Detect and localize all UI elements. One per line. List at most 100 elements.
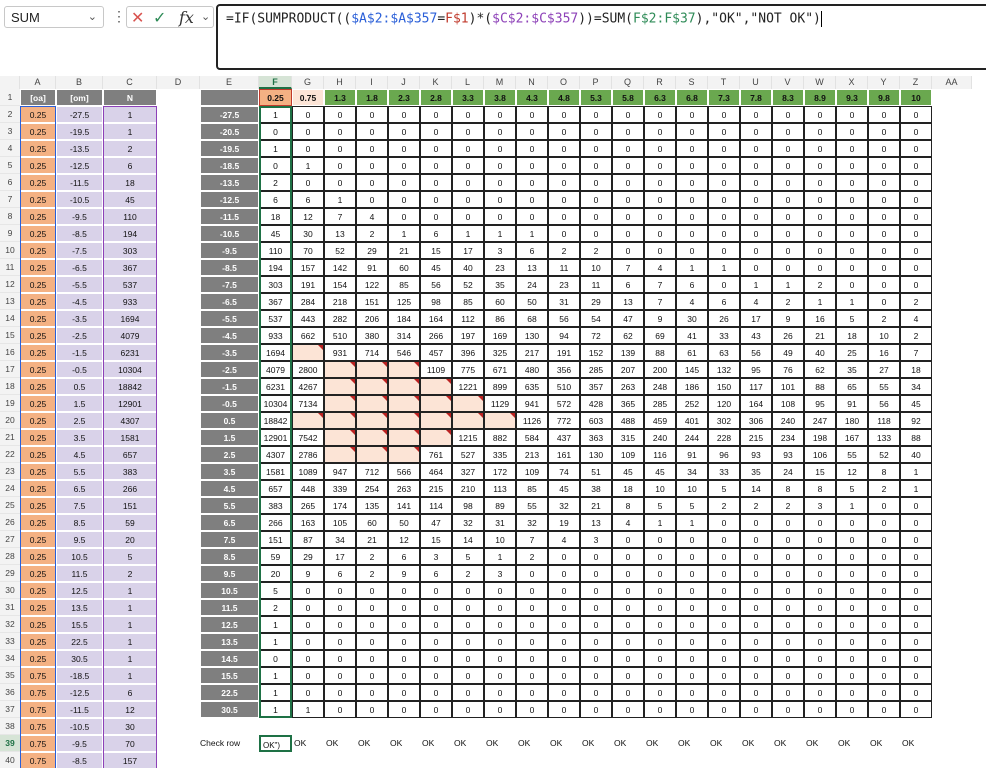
matrix-cell[interactable]: 0 xyxy=(388,667,420,684)
row-header[interactable]: 40 xyxy=(0,752,20,768)
row-header[interactable]: 35 xyxy=(0,667,20,684)
matrix-cell[interactable]: 0 xyxy=(836,684,868,701)
matrix-cell[interactable]: 0 xyxy=(804,106,836,123)
matrix-cell[interactable]: 0 xyxy=(452,174,484,191)
active-cell[interactable]: OK") xyxy=(259,735,292,752)
row-label[interactable]: 5.5 xyxy=(200,497,259,514)
matrix-cell[interactable]: 0 xyxy=(740,650,772,667)
matrix-cell[interactable]: 139 xyxy=(612,344,644,361)
matrix-cell[interactable]: 0 xyxy=(676,565,708,582)
matrix-cell[interactable]: 0 xyxy=(676,157,708,174)
matrix-cell[interactable]: 197 xyxy=(452,327,484,344)
cell-c[interactable]: 59 xyxy=(103,514,157,531)
column-header-u[interactable]: U xyxy=(740,76,772,89)
cell-empty[interactable] xyxy=(420,395,452,412)
matrix-cell[interactable]: 0 xyxy=(772,225,804,242)
matrix-cell[interactable]: 0 xyxy=(772,684,804,701)
row-label[interactable]: -3.5 xyxy=(200,344,259,361)
fx-icon[interactable]: fx xyxy=(179,8,194,27)
cell-empty[interactable] xyxy=(484,412,516,429)
matrix-cell[interactable]: 0 xyxy=(452,684,484,701)
matrix-cell[interactable]: 0 xyxy=(324,667,356,684)
matrix-cell[interactable]: 0 xyxy=(772,174,804,191)
row-header[interactable]: 1 xyxy=(0,89,20,106)
matrix-cell[interactable]: 4 xyxy=(676,293,708,310)
column-header-o[interactable]: O xyxy=(548,76,580,89)
matrix-cell[interactable]: 154 xyxy=(324,276,356,293)
matrix-cell[interactable]: 0 xyxy=(484,208,516,225)
cell-c[interactable]: 194 xyxy=(103,225,157,242)
matrix-cell[interactable]: 5 xyxy=(259,582,292,599)
cell-a[interactable]: 0.25 xyxy=(20,191,56,208)
matrix-cell[interactable]: 47 xyxy=(612,310,644,327)
matrix-cell[interactable]: 0 xyxy=(836,650,868,667)
matrix-cell[interactable]: 0 xyxy=(292,633,324,650)
matrix-cell[interactable]: 4 xyxy=(356,208,388,225)
matrix-cell[interactable]: 0 xyxy=(516,667,548,684)
cell-b[interactable]: -19.5 xyxy=(56,123,103,140)
matrix-cell[interactable]: 16 xyxy=(868,344,900,361)
matrix-cell[interactable]: 265 xyxy=(292,497,324,514)
matrix-cell[interactable]: 357 xyxy=(580,378,612,395)
matrix-cell[interactable]: 0 xyxy=(324,633,356,650)
cell-b[interactable]: 10.5 xyxy=(56,548,103,565)
matrix-cell[interactable]: 18 xyxy=(900,361,932,378)
cell-c[interactable]: 45 xyxy=(103,191,157,208)
matrix-cell[interactable]: 0 xyxy=(548,191,580,208)
row-header[interactable]: 18 xyxy=(0,378,20,395)
matrix-cell[interactable]: 0 xyxy=(580,650,612,667)
matrix-cell[interactable]: 91 xyxy=(836,395,868,412)
cell-c[interactable]: 6 xyxy=(103,157,157,174)
matrix-cell[interactable]: 0 xyxy=(388,650,420,667)
threshold-header[interactable]: 2.8 xyxy=(420,89,452,106)
matrix-cell[interactable]: 25 xyxy=(836,344,868,361)
matrix-cell[interactable]: 0 xyxy=(388,174,420,191)
matrix-cell[interactable]: 0 xyxy=(740,616,772,633)
matrix-cell[interactable]: 0 xyxy=(452,667,484,684)
matrix-cell[interactable]: 0 xyxy=(740,514,772,531)
matrix-cell[interactable]: 0 xyxy=(420,106,452,123)
column-header-w[interactable]: W xyxy=(804,76,836,89)
matrix-cell[interactable]: 96 xyxy=(708,446,740,463)
matrix-cell[interactable]: 145 xyxy=(676,361,708,378)
matrix-cell[interactable]: 0 xyxy=(900,157,932,174)
matrix-cell[interactable]: 0 xyxy=(836,701,868,718)
matrix-cell[interactable]: 0 xyxy=(740,684,772,701)
cell-empty[interactable] xyxy=(292,412,324,429)
matrix-cell[interactable]: 10 xyxy=(868,327,900,344)
matrix-cell[interactable]: 26 xyxy=(772,327,804,344)
matrix-cell[interactable]: 2 xyxy=(900,327,932,344)
matrix-cell[interactable]: 0 xyxy=(772,531,804,548)
matrix-cell[interactable]: 41 xyxy=(676,327,708,344)
threshold-header[interactable]: 5.3 xyxy=(580,89,612,106)
cell-a[interactable]: 0.25 xyxy=(20,225,56,242)
matrix-cell[interactable]: 0 xyxy=(452,599,484,616)
matrix-cell[interactable]: 0 xyxy=(676,140,708,157)
matrix-cell[interactable]: 152 xyxy=(580,344,612,361)
matrix-cell[interactable]: 0 xyxy=(644,174,676,191)
matrix-cell[interactable]: 6 xyxy=(612,276,644,293)
cell-empty[interactable] xyxy=(356,395,388,412)
matrix-cell[interactable]: 0 xyxy=(836,514,868,531)
matrix-cell[interactable]: 0 xyxy=(644,208,676,225)
matrix-cell[interactable]: 117 xyxy=(740,378,772,395)
matrix-cell[interactable]: 0 xyxy=(324,157,356,174)
matrix-cell[interactable]: 363 xyxy=(580,429,612,446)
matrix-cell[interactable]: 60 xyxy=(356,514,388,531)
matrix-cell[interactable]: 0 xyxy=(900,667,932,684)
matrix-cell[interactable]: 0 xyxy=(868,140,900,157)
matrix-cell[interactable]: 254 xyxy=(356,480,388,497)
matrix-cell[interactable]: 0 xyxy=(708,701,740,718)
matrix-cell[interactable]: 0 xyxy=(580,582,612,599)
row-label[interactable]: 4.5 xyxy=(200,480,259,497)
matrix-cell[interactable]: 0 xyxy=(612,242,644,259)
matrix-cell[interactable]: 0 xyxy=(708,106,740,123)
matrix-cell[interactable]: 86 xyxy=(484,310,516,327)
cell-a[interactable]: 0.25 xyxy=(20,208,56,225)
matrix-cell[interactable]: 0 xyxy=(740,531,772,548)
matrix-cell[interactable]: 657 xyxy=(259,480,292,497)
matrix-cell[interactable]: 32 xyxy=(452,514,484,531)
matrix-cell[interactable]: 0 xyxy=(900,616,932,633)
matrix-cell[interactable]: 157 xyxy=(292,259,324,276)
matrix-cell[interactable]: 0 xyxy=(676,123,708,140)
